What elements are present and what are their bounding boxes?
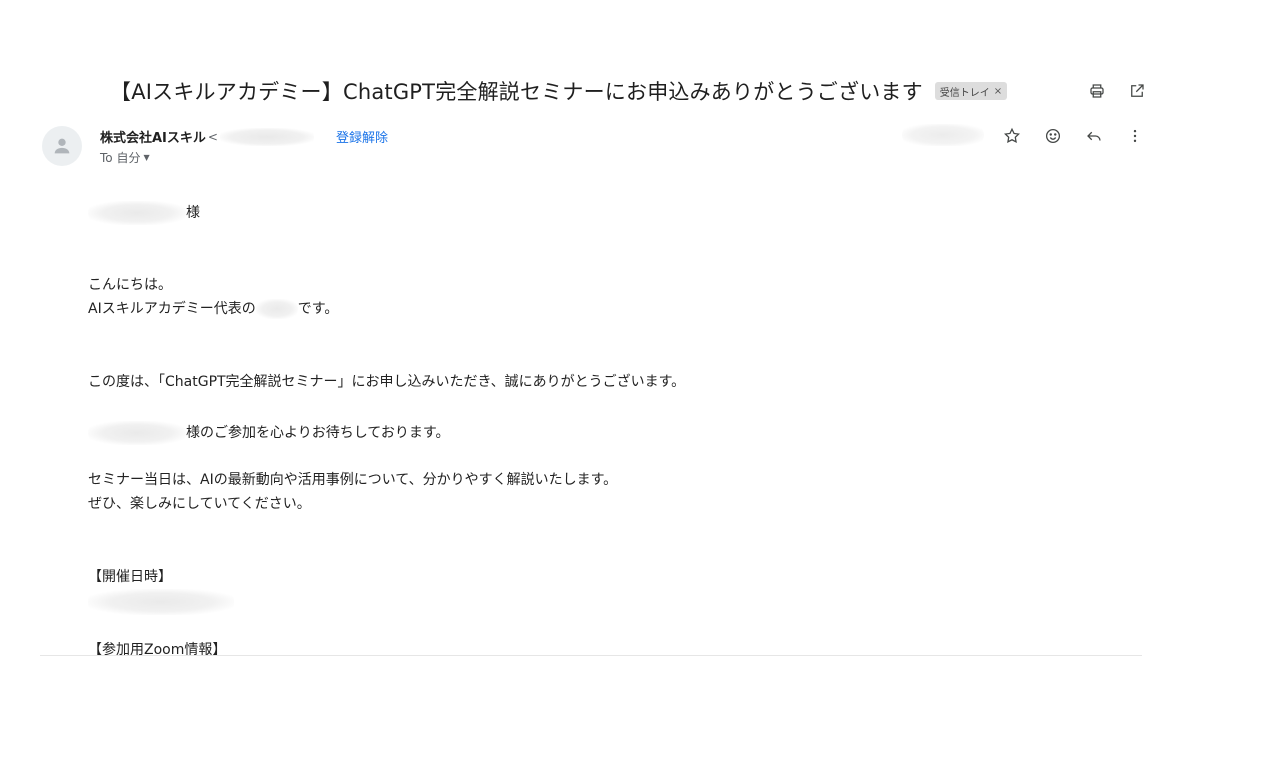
hello-line: こんにちは。 bbox=[88, 277, 172, 293]
wait-line: 様のご参加を心よりお待ちしております。 bbox=[88, 421, 449, 445]
emoji-icon[interactable] bbox=[1042, 125, 1064, 147]
divider bbox=[40, 655, 1142, 656]
intro-suffix: です。 bbox=[297, 301, 339, 317]
sender-name[interactable]: 株式会社AIスキル bbox=[100, 127, 206, 146]
greeting-line: 様 bbox=[88, 201, 200, 225]
participant-name-redacted bbox=[88, 421, 186, 445]
date-heading: 【開催日時】 bbox=[88, 569, 172, 585]
label-remove-button[interactable]: × bbox=[994, 86, 1002, 97]
more-vert-icon[interactable] bbox=[1124, 125, 1146, 147]
intro-line: AIスキルアカデミー代表の です。 bbox=[88, 299, 338, 319]
person-icon bbox=[54, 138, 70, 154]
content-line-1: セミナー当日は、AIの最新動向や活用事例について、分かりやすく解説いたします。 bbox=[88, 472, 618, 488]
email-subject: 【AIスキルアカデミー】ChatGPT完全解説セミナーにお申込みありがとうござい… bbox=[110, 80, 923, 104]
subject-row: 【AIスキルアカデミー】ChatGPT完全解説セミナーにお申込みありがとうござい… bbox=[110, 76, 1008, 106]
date-redacted bbox=[902, 124, 984, 146]
recipient-name-redacted bbox=[88, 201, 186, 225]
top-actions bbox=[1086, 80, 1148, 102]
wait-suffix: 様のご参加を心よりお待ちしております。 bbox=[186, 425, 450, 441]
intro-prefix: AIスキルアカデミー代表の bbox=[88, 301, 256, 317]
open-in-new-icon[interactable] bbox=[1126, 80, 1148, 102]
content-line-2: ぜひ、楽しみにしていてください。 bbox=[88, 496, 311, 512]
sender-email-bracket: < bbox=[207, 129, 218, 144]
event-date-line bbox=[88, 589, 234, 615]
avatar[interactable] bbox=[42, 126, 82, 166]
recipient-text: To 自分 bbox=[100, 151, 141, 165]
reply-icon[interactable] bbox=[1083, 125, 1105, 147]
chevron-down-icon[interactable]: ▼ bbox=[143, 153, 149, 162]
thanks-line: この度は、「ChatGPT完全解説セミナー」にお申し込みいただき、誠にありがとう… bbox=[88, 374, 686, 390]
greeting-suffix: 様 bbox=[186, 205, 200, 221]
star-icon[interactable] bbox=[1001, 125, 1023, 147]
printer-icon[interactable] bbox=[1086, 80, 1108, 102]
recipient-row[interactable]: To 自分 ▼ bbox=[100, 149, 150, 166]
sender-email-redacted bbox=[219, 127, 314, 146]
email-view: 【AIスキルアカデミー】ChatGPT完全解説セミナーにお申込みありがとうござい… bbox=[0, 0, 1264, 766]
message-actions bbox=[1001, 125, 1146, 147]
event-date-redacted bbox=[88, 589, 234, 615]
sender-row: 株式会社AIスキル < 登録解除 bbox=[100, 127, 388, 146]
inbox-label-text: 受信トレイ bbox=[939, 87, 990, 99]
representative-name-redacted bbox=[255, 299, 298, 319]
inbox-label-chip[interactable]: 受信トレイ × bbox=[934, 82, 1008, 100]
unsubscribe-link[interactable]: 登録解除 bbox=[336, 127, 388, 146]
zoom-heading: 【参加用Zoom情報】 bbox=[88, 642, 227, 658]
